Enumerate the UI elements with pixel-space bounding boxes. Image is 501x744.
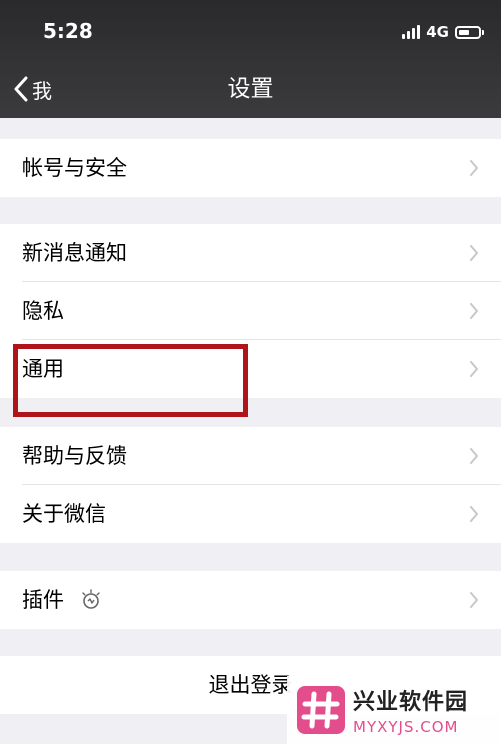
watermark-domain: MYXYJS.COM xyxy=(353,718,459,736)
chevron-right-icon xyxy=(470,303,478,319)
chevron-right-icon xyxy=(470,506,478,522)
chevron-right-icon xyxy=(470,592,478,608)
highlight-box xyxy=(13,344,248,417)
battery-level xyxy=(459,29,469,35)
header: 5:28 4G 我 设置 xyxy=(0,0,501,118)
status-indicators: 4G xyxy=(402,22,484,42)
hash-logo-icon xyxy=(297,686,345,734)
chevron-right-icon xyxy=(470,448,478,464)
settings-item-label: 新消息通知 xyxy=(22,241,127,265)
page-title: 设置 xyxy=(227,76,274,102)
settings-item-label: 帮助与反馈 xyxy=(22,444,127,468)
settings-item-label: 隐私 xyxy=(22,299,64,323)
chevron-right-icon xyxy=(470,245,478,261)
settings-item-label: 关于微信 xyxy=(22,502,106,526)
settings-item-help-feedback[interactable]: 帮助与反馈 xyxy=(0,427,501,485)
settings-item-privacy[interactable]: 隐私 xyxy=(0,282,501,340)
settings-item-label: 插件 xyxy=(22,588,64,612)
settings-item-plugins[interactable]: 插件 xyxy=(0,571,501,629)
chevron-right-icon xyxy=(470,361,478,377)
lightbulb-icon xyxy=(82,589,100,609)
signal-icon xyxy=(402,25,421,39)
network-type: 4G xyxy=(426,23,449,41)
settings-item-label: 帐号与安全 xyxy=(22,156,127,180)
chevron-right-icon xyxy=(470,160,478,176)
settings-item-new-message-notification[interactable]: 新消息通知 xyxy=(0,224,501,282)
settings-item-about-wechat[interactable]: 关于微信 xyxy=(0,485,501,543)
status-time: 5:28 xyxy=(43,19,93,43)
settings-item-account-security[interactable]: 帐号与安全 xyxy=(0,139,501,197)
watermark-title: 兴业软件园 xyxy=(353,690,469,715)
battery-icon xyxy=(455,25,484,39)
watermark: 兴业软件园 MYXYJS.COM xyxy=(287,676,501,744)
